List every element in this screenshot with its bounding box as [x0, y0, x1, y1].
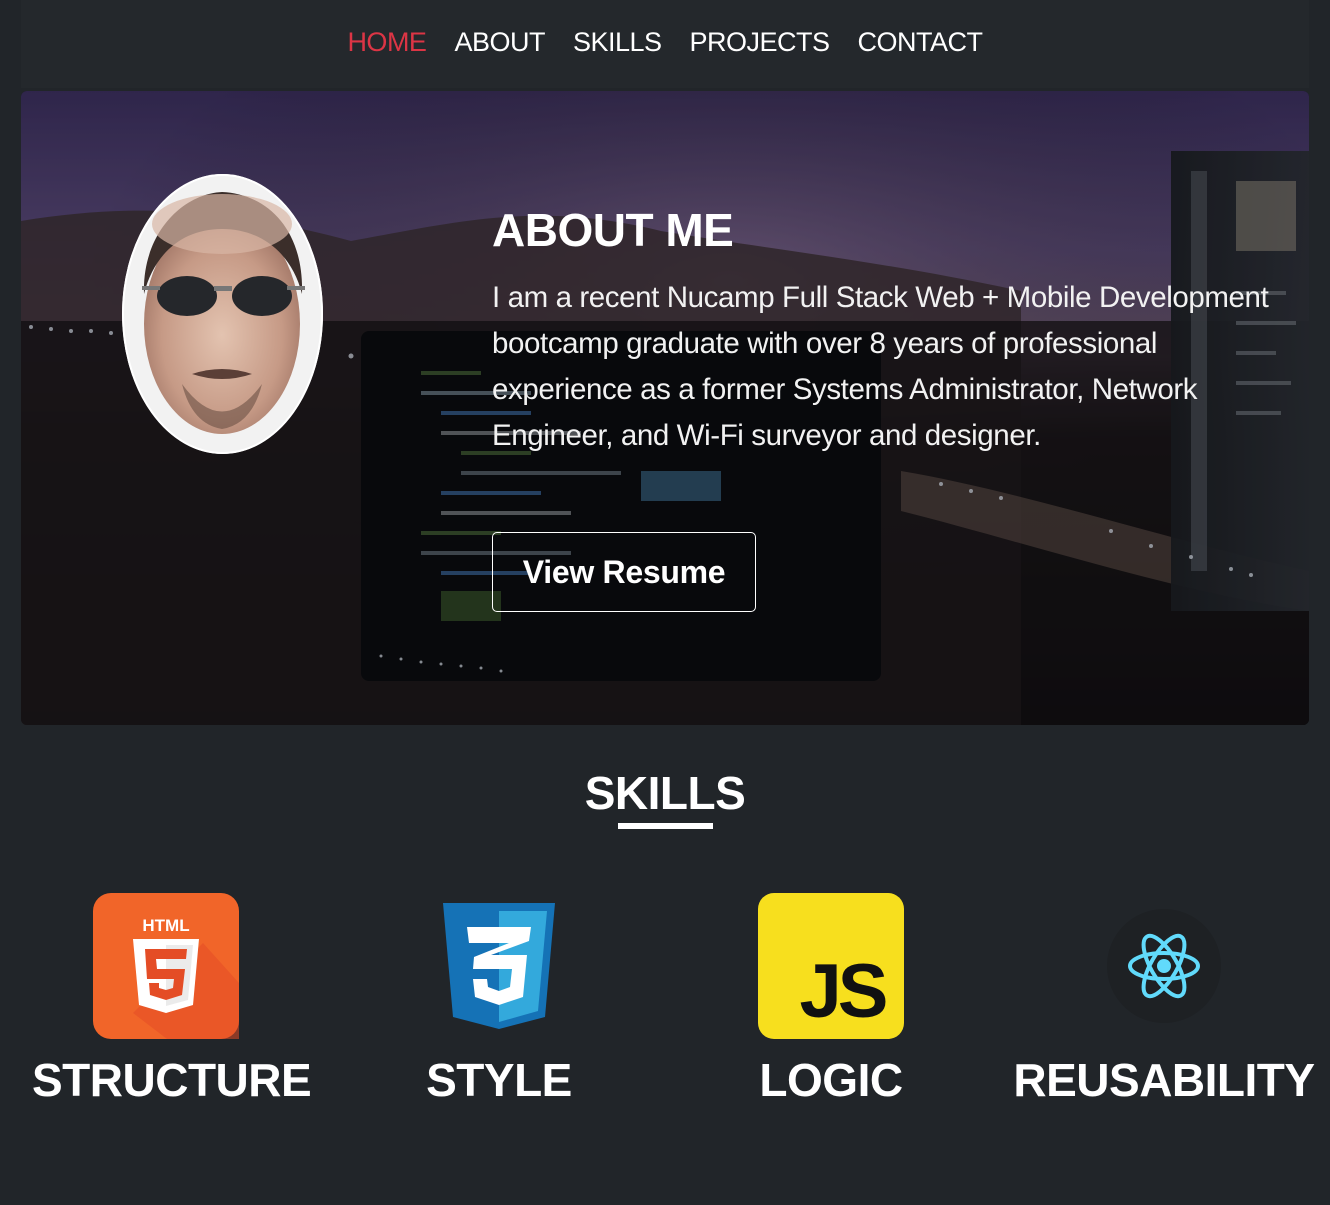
- skills-title-underline: [618, 823, 713, 829]
- skill-structure: HTML STRUCTURE: [32, 893, 312, 1106]
- js-logo-text: JS: [800, 949, 886, 1034]
- about-description: I am a recent Nucamp Full Stack Web + Mo…: [492, 281, 1269, 452]
- nav-item-home[interactable]: HOME: [347, 27, 427, 58]
- navbar: HOME ABOUT SKILLS PROJECTS CONTACT: [0, 0, 1330, 88]
- profile-photo: [122, 174, 323, 454]
- skill-style: STYLE: [426, 893, 572, 1106]
- html5-icon: HTML: [93, 893, 239, 1039]
- skill-label-logic: LOGIC: [759, 1054, 903, 1106]
- skill-logic: JS LOGIC: [758, 893, 904, 1106]
- nav-item-projects[interactable]: PROJECTS: [690, 27, 831, 58]
- skill-label-style: STYLE: [426, 1054, 572, 1106]
- skill-reusability: REUSABILITY: [1013, 893, 1315, 1106]
- javascript-icon: JS: [758, 893, 904, 1039]
- portfolio-page: HOME ABOUT SKILLS PROJECTS CONTACT ABOUT…: [0, 0, 1330, 1205]
- skill-label-structure: STRUCTURE: [32, 1054, 312, 1106]
- skills-title: SKILLS: [584, 767, 746, 819]
- react-icon: [1107, 909, 1221, 1023]
- about-title: ABOUT ME: [492, 204, 734, 256]
- about-content: ABOUT ME I am a recent Nucamp Full Stack…: [492, 203, 1272, 459]
- css3-icon: [443, 903, 555, 1029]
- about-hero: ABOUT ME I am a recent Nucamp Full Stack…: [21, 91, 1309, 725]
- nav-item-about[interactable]: ABOUT: [454, 27, 545, 58]
- skill-label-reusability: REUSABILITY: [1013, 1054, 1315, 1106]
- html5-logo-text: HTML: [142, 916, 189, 935]
- view-resume-button[interactable]: View Resume: [492, 532, 756, 612]
- nav-item-contact[interactable]: CONTACT: [858, 27, 984, 58]
- nav-item-skills[interactable]: SKILLS: [573, 27, 662, 58]
